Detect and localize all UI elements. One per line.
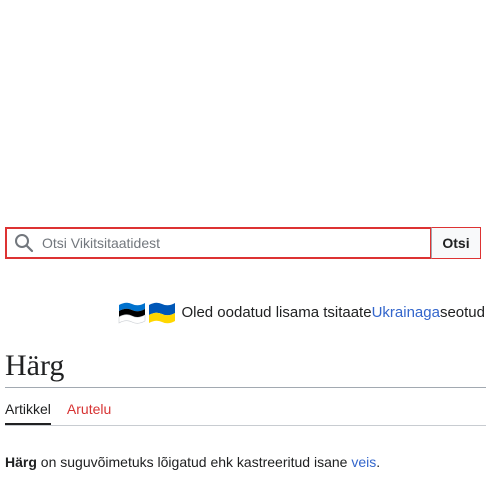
intro-end: . bbox=[376, 454, 381, 470]
intro-text: on suguvõimetuks lõigatud ehk kastreerit… bbox=[36, 454, 352, 470]
intro-paragraph: Härg on suguvõimetuks lõigatud ehk kastr… bbox=[5, 452, 380, 472]
ukraine-link[interactable]: Ukrainaga bbox=[372, 304, 440, 321]
estonia-flag-icon bbox=[119, 302, 146, 324]
ukraine-flag-icon bbox=[149, 302, 176, 324]
ukraine-banner: Oled oodatud lisama tsitaate Ukrainaga s… bbox=[117, 298, 485, 326]
search-icon bbox=[15, 234, 34, 253]
flags bbox=[117, 299, 177, 325]
tab-article[interactable]: Artikkel bbox=[5, 397, 51, 425]
search-button[interactable]: Otsi bbox=[431, 227, 481, 259]
page-tabs: Artikkel Arutelu bbox=[5, 397, 486, 426]
intro-bold-term: Härg bbox=[5, 454, 37, 470]
search-box[interactable] bbox=[5, 227, 431, 259]
search-input[interactable] bbox=[42, 235, 431, 251]
veis-link[interactable]: veis bbox=[351, 454, 376, 470]
search-form: Otsi bbox=[5, 227, 481, 259]
banner-text-end: seotud bbox=[439, 303, 485, 321]
banner-text: Oled oodatud lisama tsitaate bbox=[181, 303, 372, 321]
tab-talk[interactable]: Arutelu bbox=[67, 397, 111, 425]
page-title: Härg bbox=[5, 346, 486, 388]
